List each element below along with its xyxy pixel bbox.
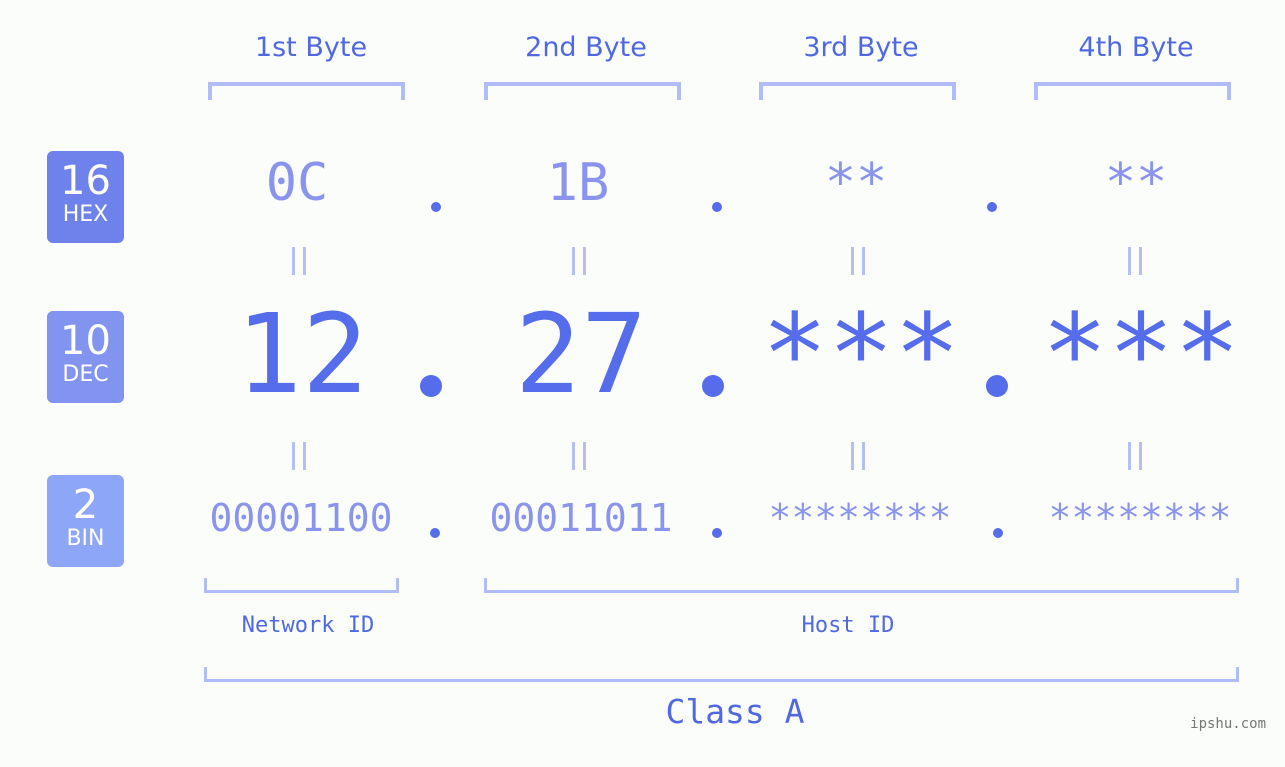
host-id-label: Host ID (801, 613, 895, 638)
byte-header-1: 1st Byte (254, 32, 368, 63)
byte-header-2: 2nd Byte (525, 32, 647, 63)
byte-header-3: 3rd Byte (803, 32, 919, 63)
bin-dot-2 (712, 528, 722, 538)
dec-dot-1 (420, 375, 442, 397)
dec-dot-2 (702, 375, 724, 397)
bin-byte-3: ******** (768, 496, 952, 540)
hex-badge-number: 16 (60, 158, 111, 204)
hex-byte-2: 1B (546, 153, 610, 213)
network-id-label: Network ID (241, 613, 375, 638)
bin-badge: 2 BIN (47, 475, 124, 567)
class-label: Class A (665, 692, 805, 731)
hex-byte-4: ** (1104, 153, 1168, 213)
bin-dot-1 (430, 528, 440, 538)
hex-badge: 16 HEX (47, 151, 124, 243)
bin-byte-2: 00011011 (489, 496, 673, 540)
dec-badge: 10 DEC (47, 311, 124, 403)
equals-icon (1128, 247, 1142, 275)
byte-3-bracket (759, 82, 956, 100)
equals-icon (851, 247, 865, 275)
watermark: ipshu.com (1190, 716, 1266, 732)
equals-icon (572, 442, 586, 470)
equals-icon (292, 247, 306, 275)
hex-byte-1: 0C (265, 153, 329, 213)
dec-byte-2: 27 (514, 290, 648, 418)
byte-4-bracket (1034, 82, 1231, 100)
dec-byte-1: 12 (235, 290, 369, 418)
bin-dot-3 (993, 528, 1003, 538)
equals-icon (572, 247, 586, 275)
byte-1-bracket (208, 82, 405, 100)
dec-byte-3: *** (761, 290, 961, 418)
network-id-bracket (204, 578, 399, 593)
equals-icon (292, 442, 306, 470)
hex-dot-1 (431, 202, 441, 212)
dec-badge-number: 10 (60, 318, 111, 364)
bin-badge-number: 2 (72, 482, 99, 528)
host-id-bracket (484, 578, 1239, 593)
bin-badge-label: BIN (66, 526, 105, 551)
byte-header-4: 4th Byte (1078, 32, 1194, 63)
hex-dot-3 (987, 202, 997, 212)
byte-2-bracket (484, 82, 681, 100)
equals-icon (1128, 442, 1142, 470)
equals-icon (851, 442, 865, 470)
hex-byte-3: ** (824, 153, 888, 213)
hex-dot-2 (712, 202, 722, 212)
dec-badge-label: DEC (62, 362, 109, 387)
bin-byte-4: ******** (1048, 496, 1232, 540)
dec-byte-4: *** (1041, 290, 1241, 418)
class-bracket (204, 667, 1239, 682)
bin-byte-1: 00001100 (209, 496, 393, 540)
hex-badge-label: HEX (62, 202, 109, 227)
dec-dot-3 (986, 375, 1008, 397)
